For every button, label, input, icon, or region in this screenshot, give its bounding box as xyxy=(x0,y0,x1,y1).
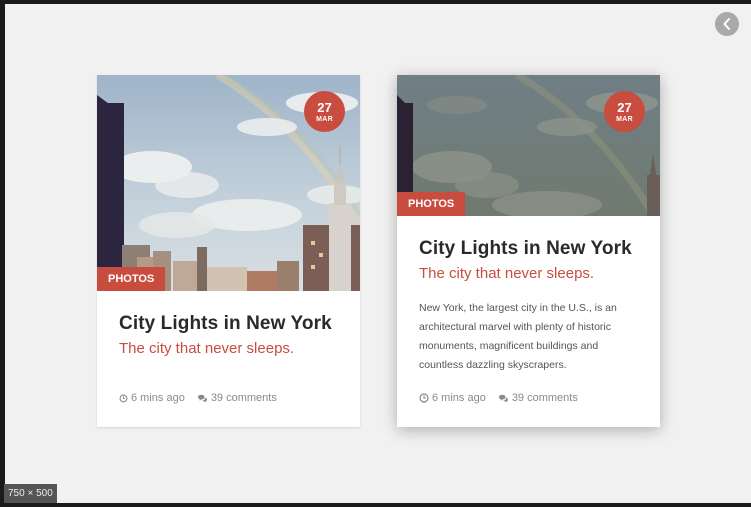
article-card[interactable]: 27 MAR PHOTOS City Lights in New York Th… xyxy=(97,75,360,427)
date-badge: 27 MAR xyxy=(304,91,345,132)
comments-link[interactable]: 39 comments xyxy=(498,392,578,404)
time-ago: 6 mins ago xyxy=(119,392,185,404)
comments-link[interactable]: 39 comments xyxy=(197,392,277,404)
card-content: City Lights in New York The city that ne… xyxy=(419,238,642,375)
card-content: City Lights in New York The city that ne… xyxy=(119,313,342,357)
card-meta: 6 mins ago 39 comments xyxy=(419,392,578,404)
card-subtitle: The city that never sleeps. xyxy=(419,265,595,282)
clock-icon xyxy=(419,393,429,403)
date-day: 27 xyxy=(317,99,332,115)
clock-icon xyxy=(119,394,128,402)
time-ago-text: 6 mins ago xyxy=(432,392,486,404)
card-meta: 6 mins ago 39 comments xyxy=(119,392,277,404)
card-description: New York, the largest city in the U.S., … xyxy=(419,302,617,371)
comments-icon xyxy=(498,394,508,402)
time-ago-text: 6 mins ago xyxy=(131,392,185,404)
image-size-label: 750 × 500 xyxy=(4,484,57,503)
chevron-left-icon xyxy=(723,18,730,30)
card-title[interactable]: City Lights in New York xyxy=(119,313,342,335)
category-tag[interactable]: PHOTOS xyxy=(97,267,166,291)
category-tag[interactable]: PHOTOS xyxy=(397,192,466,216)
comments-count: 39 comments xyxy=(210,392,277,404)
date-month: MAR xyxy=(616,115,633,123)
back-button[interactable] xyxy=(715,12,739,36)
comments-icon xyxy=(197,394,207,402)
date-badge: 27 MAR xyxy=(604,91,645,132)
comments-count: 39 comments xyxy=(511,392,578,404)
card-subtitle: The city that never sleeps. xyxy=(119,340,295,357)
image-viewer: 27 MAR PHOTOS City Lights in New York Th… xyxy=(5,4,751,503)
date-day: 27 xyxy=(617,99,632,115)
card-title[interactable]: City Lights in New York xyxy=(419,238,642,260)
article-card-hover[interactable]: 27 MAR PHOTOS City Lights in New York Th… xyxy=(397,75,660,427)
time-ago: 6 mins ago xyxy=(419,392,486,404)
date-month: MAR xyxy=(316,115,333,123)
